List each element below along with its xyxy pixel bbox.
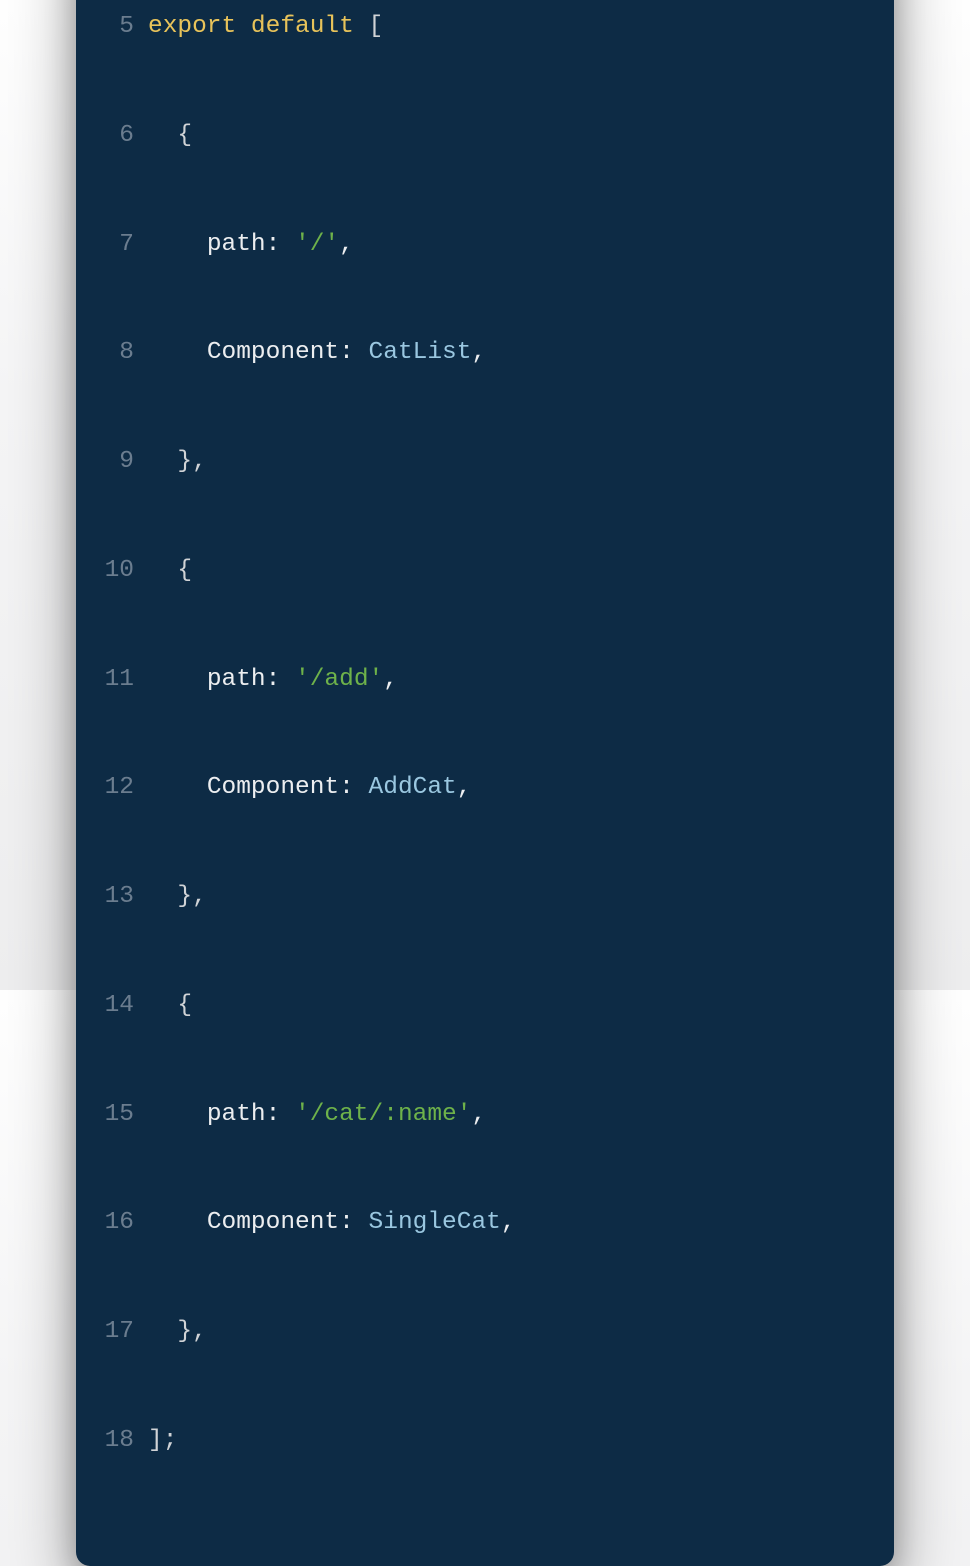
code-text: , [383,666,398,693]
code-line: 10 { [100,553,870,589]
keyword: export [148,13,236,40]
line-number: 18 [100,1423,148,1459]
line-number: 7 [100,227,148,263]
code-window: 1import CatList from './pages/CatList'; … [76,0,894,1566]
identifier: CatList [369,339,472,366]
code-text: , [471,1101,486,1128]
code-line: 17 }, [100,1314,870,1350]
code-line: 11 path: '/add', [100,662,870,698]
code-text: { [177,122,192,149]
identifier: AddCat [369,774,457,801]
code-text: , [501,1209,516,1236]
code-text: , [471,339,486,366]
code-text: { [177,992,192,1019]
code-line: 9 }, [100,444,870,480]
code-text: path: [207,1101,281,1128]
code-line: 14 { [100,988,870,1024]
code-line: 7 path: '/', [100,227,870,263]
string-literal: '/' [295,231,339,258]
line-number: 13 [100,879,148,915]
code-block: 1import CatList from './pages/CatList'; … [100,0,870,1532]
line-number: 14 [100,988,148,1024]
code-line: 8 Component: CatList, [100,335,870,371]
code-text: }, [177,448,206,475]
code-text [236,13,251,40]
line-number: 6 [100,118,148,154]
keyword: default [251,13,354,40]
line-number: 9 [100,444,148,480]
string-literal: '/cat/:name' [295,1101,471,1128]
code-line: 15 path: '/cat/:name', [100,1097,870,1133]
code-text: }, [177,883,206,910]
code-text: { [177,557,192,584]
line-number: 12 [100,770,148,806]
code-text: , [457,774,472,801]
string-literal: '/add' [295,666,383,693]
line-number: 11 [100,662,148,698]
code-text: , [339,231,354,258]
code-line: 13 }, [100,879,870,915]
code-text: ]; [148,1427,177,1454]
code-text: path: [207,666,281,693]
code-line: 12 Component: AddCat, [100,770,870,806]
code-line: 16 Component: SingleCat, [100,1205,870,1241]
line-number: 15 [100,1097,148,1133]
code-text: Component: [207,1209,354,1236]
code-text: path: [207,231,281,258]
code-text: Component: [207,339,354,366]
code-line: 5export default [ [100,9,870,45]
line-number: 16 [100,1205,148,1241]
code-line: 6 { [100,118,870,154]
code-text: }, [177,1318,206,1345]
identifier: SingleCat [369,1209,501,1236]
line-number: 8 [100,335,148,371]
code-line: 18]; [100,1423,870,1459]
line-number: 17 [100,1314,148,1350]
code-text [354,13,369,40]
code-text: [ [369,13,384,40]
line-number: 5 [100,9,148,45]
code-text: Component: [207,774,354,801]
line-number: 10 [100,553,148,589]
